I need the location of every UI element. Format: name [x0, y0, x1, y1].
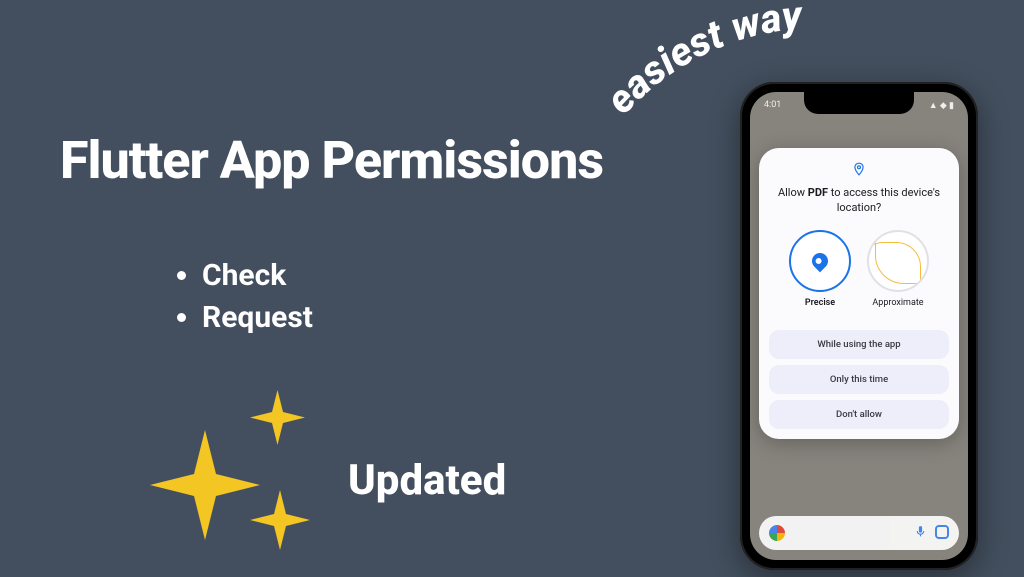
- choice-precise[interactable]: Precise: [789, 230, 851, 308]
- precise-illustration: [789, 230, 851, 292]
- page-title: Flutter App Permissions: [60, 130, 603, 191]
- status-icons: ▲ ◆ ▮: [929, 100, 954, 111]
- choice-precise-label: Precise: [805, 298, 835, 308]
- lens-icon[interactable]: [935, 525, 949, 539]
- approx-illustration: [867, 230, 929, 292]
- phone-notch: [804, 92, 914, 114]
- list-item: Check: [202, 255, 313, 297]
- accuracy-choice-row: Precise Approximate: [789, 230, 929, 308]
- status-time: 4:01: [764, 100, 781, 110]
- phone-screen: 4:01 ▲ ◆ ▮ Allow PDF to access this devi…: [750, 92, 968, 560]
- pin-marker-icon: [809, 249, 832, 272]
- sparkle-icon: [150, 390, 330, 570]
- list-item: Request: [202, 297, 313, 339]
- updated-badge: Updated: [150, 390, 506, 570]
- updated-label: Updated: [348, 456, 506, 505]
- phone-mockup: 4:01 ▲ ◆ ▮ Allow PDF to access this devi…: [740, 82, 978, 570]
- feature-list: Check Request: [180, 255, 313, 339]
- google-logo-icon: [769, 525, 785, 541]
- allow-while-using-button[interactable]: While using the app: [769, 330, 949, 359]
- permission-prompt: Allow PDF to access this device's locati…: [769, 186, 949, 216]
- permission-dialog: Allow PDF to access this device's locati…: [759, 148, 959, 439]
- choice-approximate[interactable]: Approximate: [867, 230, 929, 308]
- choice-approx-label: Approximate: [872, 298, 923, 308]
- allow-once-button[interactable]: Only this time: [769, 365, 949, 394]
- google-search-bar[interactable]: [759, 516, 959, 550]
- deny-button[interactable]: Don't allow: [769, 400, 949, 429]
- location-pin-icon: [852, 162, 866, 180]
- mic-icon[interactable]: [914, 525, 927, 542]
